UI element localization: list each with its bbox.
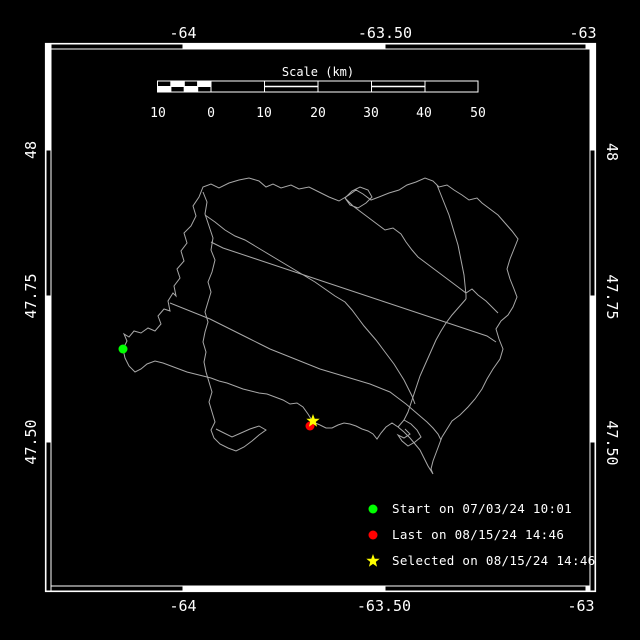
bottom-tick-label: -64 [169, 597, 196, 615]
left-tick-label: 47.75 [22, 273, 40, 318]
legend-circle-icon [368, 504, 378, 514]
bottom-tick-label: -63.50 [357, 597, 411, 615]
scale-bar: Scale (km) 10 0 10 20 30 40 50 [150, 65, 486, 121]
plot-window: -64 -63.50 -63 -64 -63.50 -63 48 47.75 4… [0, 0, 640, 640]
scale-bar-checkerboard [157, 80, 212, 93]
scale-tick-label: 30 [363, 106, 379, 121]
scale-tick-label: 50 [470, 106, 486, 121]
scale-tick-label: 40 [416, 106, 432, 121]
legend-label-start: Start on 07/03/24 10:01 [392, 501, 572, 516]
bottom-tick-label: -63 [567, 597, 594, 615]
legend-label-last: Last on 08/15/24 14:46 [392, 527, 564, 542]
right-tick-label: 48 [603, 143, 621, 161]
left-tick-label: 48 [22, 141, 40, 159]
track-segment [403, 298, 467, 421]
legend: Start on 07/03/24 10:01 Last on 08/15/24… [366, 501, 595, 568]
scale-tick-label: 10 [150, 106, 166, 121]
frame-band-top [45, 43, 596, 50]
frame-band-left [45, 43, 52, 592]
track-segment [122, 177, 519, 475]
left-tick-label: 47.50 [22, 419, 40, 464]
legend-circle-icon [368, 530, 378, 540]
scale-tick-label: 20 [310, 106, 326, 121]
track-segment [202, 191, 267, 452]
top-tick-label: -63.50 [358, 24, 412, 42]
right-tick-label: 47.75 [603, 274, 621, 319]
legend-markers [366, 504, 380, 567]
right-tick-label: 47.50 [603, 420, 621, 465]
scale-tick-label: 0 [207, 106, 215, 121]
scale-bar-sections [210, 80, 479, 93]
track-segment [204, 214, 416, 405]
legend-star-icon [366, 554, 380, 567]
top-tick-label: -63 [569, 24, 596, 42]
frame-band-bottom [45, 585, 596, 592]
track-segment [344, 186, 499, 314]
track-segment [210, 241, 497, 343]
legend-label-selected: Selected on 08/15/24 14:46 [392, 553, 595, 568]
scale-bar-title: Scale (km) [282, 65, 354, 79]
drifter-track [122, 177, 519, 475]
top-tick-label: -64 [169, 24, 196, 42]
track-markers [118, 344, 320, 431]
start-marker [118, 344, 128, 354]
scale-tick-label: 10 [256, 106, 272, 121]
trajectory-plot: -64 -63.50 -63 -64 -63.50 -63 48 47.75 4… [22, 24, 621, 615]
track-segment [396, 419, 422, 447]
scale-bar-labels: 10 0 10 20 30 40 50 [150, 106, 486, 121]
track-segment [169, 302, 442, 441]
frame-band-right [589, 43, 596, 592]
